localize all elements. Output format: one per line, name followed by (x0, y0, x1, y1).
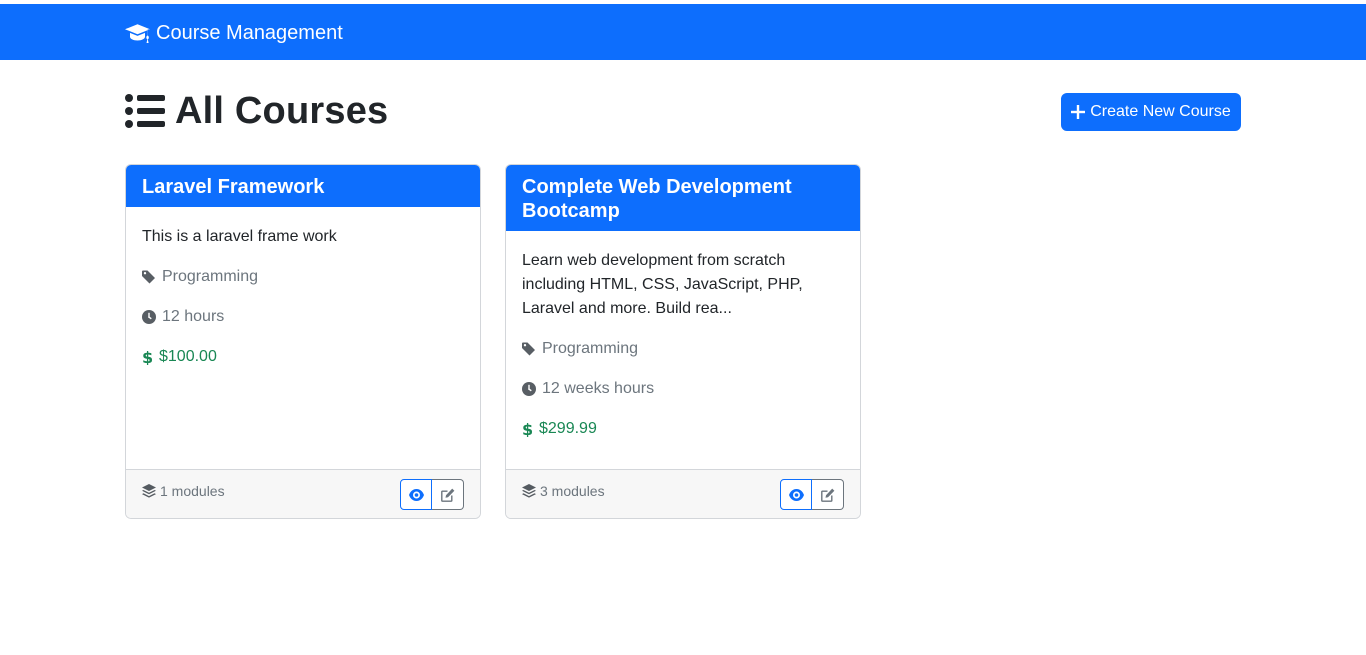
card-footer: 3 modules (506, 469, 860, 518)
view-course-button[interactable] (780, 479, 812, 510)
plus-icon (1071, 105, 1086, 119)
layers-icon (522, 484, 536, 498)
course-duration: 12 hours (142, 305, 464, 329)
create-course-button[interactable]: Create New Course (1061, 93, 1241, 131)
dollar-icon: $ (522, 421, 533, 437)
tag-icon (142, 270, 155, 284)
course-modules: 3 modules (522, 483, 605, 499)
course-description: This is a laravel frame work (142, 228, 337, 245)
graduation-cap-icon (125, 24, 150, 43)
course-duration-label: 12 weeks hours (542, 380, 655, 397)
course-modules: 1 modules (142, 483, 225, 499)
edit-icon (440, 488, 454, 502)
eye-icon (788, 488, 804, 501)
course-category-label: Programming (542, 340, 639, 357)
course-title: Complete Web Development Bootcamp (506, 165, 860, 231)
card-footer: 1 modules (126, 469, 480, 518)
course-price-label: $299.99 (539, 420, 597, 437)
navbar-brand-label: Course Management (156, 21, 343, 44)
course-category: Programming (522, 337, 844, 361)
clock-icon (522, 382, 536, 396)
course-duration: 12 weeks hours (522, 377, 844, 401)
svg-text:$: $ (522, 421, 533, 437)
navbar-brand[interactable]: Course Management (125, 20, 343, 46)
view-course-button[interactable] (400, 479, 432, 510)
course-modules-label: 3 modules (540, 483, 605, 499)
edit-course-button[interactable] (432, 479, 464, 510)
course-card: Laravel Framework This is a laravel fram… (125, 164, 481, 519)
page-heading: All Courses (125, 88, 388, 134)
page-title: All Courses (175, 89, 389, 132)
course-card: Complete Web Development Bootcamp Learn … (505, 164, 861, 519)
edit-course-button[interactable] (812, 479, 844, 510)
course-price: $ $100.00 (142, 345, 464, 369)
course-duration-label: 12 hours (162, 308, 225, 325)
course-category: Programming (142, 265, 464, 289)
course-description: Learn web development from scratch inclu… (522, 252, 803, 317)
course-title: Laravel Framework (126, 165, 480, 207)
card-actions (780, 479, 844, 510)
create-course-label: Create New Course (1090, 103, 1231, 120)
course-category-label: Programming (162, 268, 259, 285)
top-navbar: Course Management (0, 4, 1366, 60)
course-modules-label: 1 modules (160, 483, 225, 499)
list-icon (125, 94, 165, 128)
eye-icon (408, 488, 424, 501)
card-actions (400, 479, 464, 510)
dollar-icon: $ (142, 349, 153, 365)
svg-text:$: $ (142, 349, 153, 365)
edit-icon (820, 488, 834, 502)
clock-icon (142, 310, 156, 324)
layers-icon (142, 484, 156, 498)
course-price-label: $100.00 (159, 348, 217, 365)
course-price: $ $299.99 (522, 417, 844, 441)
tag-icon (522, 342, 535, 356)
